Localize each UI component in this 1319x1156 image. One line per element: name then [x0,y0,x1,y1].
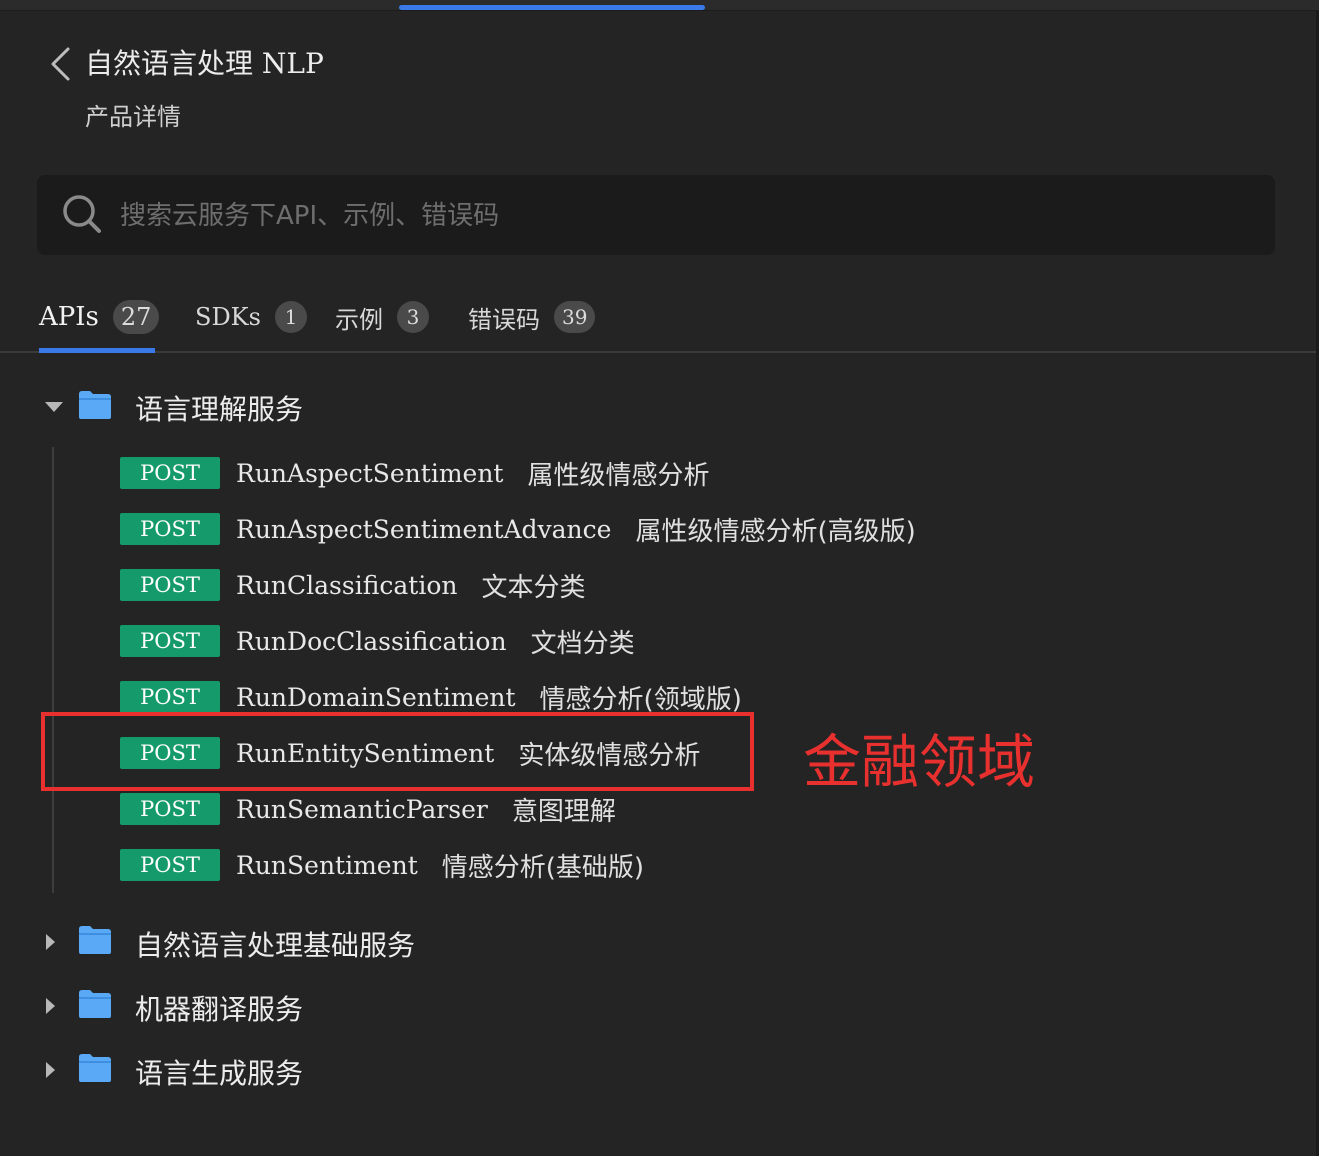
chevron-left-icon[interactable] [46,46,76,82]
api-description: 属性级情感分析(高级版) [635,516,916,547]
page-title: 自然语言处理 NLP [85,47,324,80]
tab-sdks[interactable]: SDKs 1 [195,294,307,340]
active-tab-indicator [39,348,155,353]
search-input[interactable] [118,190,1252,242]
tab-apis[interactable]: APIs 27 [39,294,160,340]
api-item[interactable]: POST RunSentiment 情感分析(基础版) [120,845,644,885]
api-item[interactable]: POST RunEntitySentiment 实体级情感分析 [120,733,700,773]
method-badge: POST [120,681,220,713]
api-description: 文档分类 [530,628,635,659]
method-badge: POST [120,457,220,489]
tab-bar: APIs 27 SDKs 1 示例 3 错误码 39 [0,290,1316,353]
api-name: RunDomainSentiment [236,682,516,712]
page-subtitle: 产品详情 [85,103,181,131]
method-badge: POST [120,849,220,881]
folder-icon [79,990,111,1018]
tab-count-badge: 1 [274,301,307,333]
api-description: 实体级情感分析 [518,740,701,771]
api-description: 意图理解 [511,796,616,827]
method-badge: POST [120,793,220,825]
group-label: 自然语言处理基础服务 [135,929,416,962]
api-description: 情感分析(领域版) [539,684,742,715]
folder-icon [79,391,111,419]
tab-count-badge: 3 [397,301,429,333]
folder-icon [79,926,111,954]
method-badge: POST [120,737,220,769]
api-name: RunSentiment [236,850,418,880]
group-label: 语言生成服务 [135,1057,304,1090]
top-scroll-indicator[interactable] [399,5,705,10]
tab-count-badge: 39 [554,301,596,333]
api-item[interactable]: POST RunSemanticParser 意图理解 [120,789,616,829]
tab-label: APIs [39,302,99,332]
api-item[interactable]: POST RunAspectSentiment 属性级情感分析 [120,453,709,493]
caret-right-icon [46,998,55,1014]
method-badge: POST [120,569,220,601]
group-label: 语言理解服务 [135,393,304,426]
api-name: RunSemanticParser [236,794,488,824]
tab-examples[interactable]: 示例 3 [335,294,429,340]
api-description: 属性级情感分析 [527,460,710,491]
api-description: 情感分析(基础版) [441,852,645,883]
group-label: 机器翻译服务 [135,993,304,1026]
api-item[interactable]: POST RunDomainSentiment 情感分析(领域版) [120,677,742,717]
api-description: 文本分类 [481,572,586,603]
annotation-label: 金融领域 [803,728,1036,796]
caret-right-icon [46,934,55,950]
tree-guide-line [52,447,54,893]
tab-count-badge: 27 [112,300,160,334]
api-name: RunAspectSentiment [236,458,504,488]
tab-error-codes[interactable]: 错误码 39 [468,294,596,340]
api-name: RunAspectSentimentAdvance [236,514,612,544]
tab-label: SDKs [195,303,261,331]
method-badge: POST [120,625,220,657]
api-name: RunDocClassification [236,626,507,656]
search-icon [63,195,101,233]
caret-right-icon [46,1062,55,1078]
tab-label: 示例 [335,305,383,334]
api-explorer-panel: 自然语言处理 NLP 产品详情 APIs 27 SDKs 1 示例 3 错误码 … [0,0,1319,1156]
api-name: RunClassification [236,570,458,600]
api-name: RunEntitySentiment [236,738,495,768]
api-item[interactable]: POST RunDocClassification 文档分类 [120,621,635,661]
caret-down-icon [45,402,63,412]
api-item[interactable]: POST RunAspectSentimentAdvance 属性级情感分析(高… [120,509,916,549]
tab-label: 错误码 [468,305,540,334]
api-item[interactable]: POST RunClassification 文本分类 [120,565,586,605]
method-badge: POST [120,513,220,545]
folder-icon [79,1054,111,1082]
